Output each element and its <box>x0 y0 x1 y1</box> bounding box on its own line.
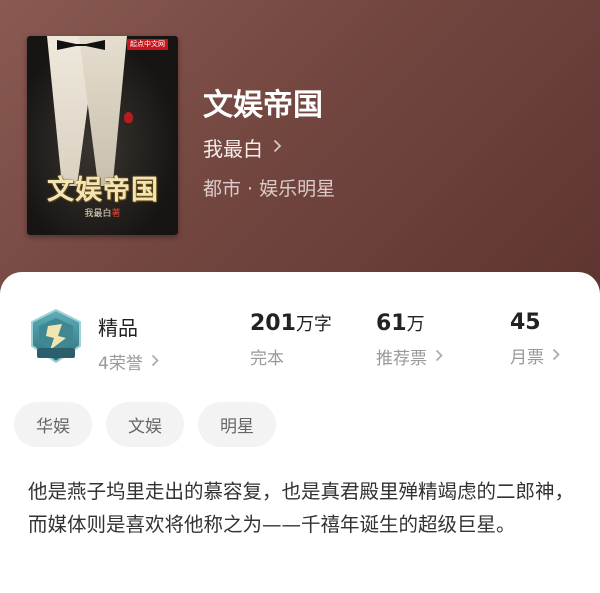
genre-separator: · <box>247 178 254 200</box>
recommend-label: 推荐票 <box>376 349 427 369</box>
cover-publisher-logo: 起点中文网 <box>127 39 168 50</box>
tag-chip[interactable]: 文娱 <box>106 402 184 447</box>
monthly-row: 月票 <box>510 343 560 368</box>
chevron-right-icon <box>273 139 282 157</box>
word-count-stat: 201万字 完本 <box>250 310 332 369</box>
cover-author: 我最白著 <box>27 206 178 219</box>
word-count-unit: 万字 <box>295 314 332 335</box>
cover-rose-icon <box>124 112 133 123</box>
honor-label: 精品 <box>98 316 138 340</box>
tag-chip[interactable]: 华娱 <box>14 402 92 447</box>
book-header: 起点中文网 文娱帝国 我最白著 文娱帝国 我最白 都市 · 娱乐明星 <box>0 0 600 300</box>
tag-list: 华娱 文娱 明星 <box>14 402 276 447</box>
book-description: 他是燕子坞里走出的慕容复，也是真君殿里殚精竭虑的二郎神，而媒体则是喜欢将他称之为… <box>28 480 575 536</box>
monthly-value: 45 <box>510 310 541 335</box>
recommend-value: 61 <box>376 311 407 336</box>
recommend-row: 推荐票 <box>376 344 443 369</box>
cover-rose-stem <box>128 118 130 156</box>
completion-status: 完本 <box>250 349 284 369</box>
author-link[interactable]: 我最白 <box>203 133 282 162</box>
recommend-stat[interactable]: 61万 推荐票 <box>376 310 443 369</box>
recommend-unit: 万 <box>406 314 425 335</box>
book-cover[interactable]: 起点中文网 文娱帝国 我最白著 <box>27 36 178 235</box>
monthly-label: 月票 <box>510 348 544 368</box>
honor-count: 4荣誉 <box>98 354 143 374</box>
chevron-right-icon <box>151 353 159 371</box>
tag-chip[interactable]: 明星 <box>198 402 276 447</box>
cover-title: 文娱帝国 <box>47 175 159 206</box>
book-title: 文娱帝国 <box>203 88 323 123</box>
chevron-right-icon <box>552 347 560 365</box>
genre-primary[interactable]: 都市 <box>203 178 241 200</box>
honor-count-row: 4荣誉 <box>98 349 159 374</box>
genre-secondary[interactable]: 娱乐明星 <box>259 178 335 200</box>
word-count-value: 201 <box>250 311 296 336</box>
book-detail-card: 精品 4荣誉 201万字 完本 61万 推荐票 45 月票 华娱 文娱 明星 他… <box>0 272 600 593</box>
monthly-ticket-stat[interactable]: 45 月票 <box>510 310 560 368</box>
honor-stat[interactable]: 精品 4荣誉 <box>98 312 159 374</box>
book-genre: 都市 · 娱乐明星 <box>203 174 335 201</box>
author-name: 我最白 <box>203 137 263 161</box>
chevron-right-icon <box>435 348 443 366</box>
cover-author-name: 我最白 <box>84 209 112 219</box>
honor-badge-icon[interactable] <box>28 308 84 366</box>
cover-seal: 著 <box>111 209 121 219</box>
